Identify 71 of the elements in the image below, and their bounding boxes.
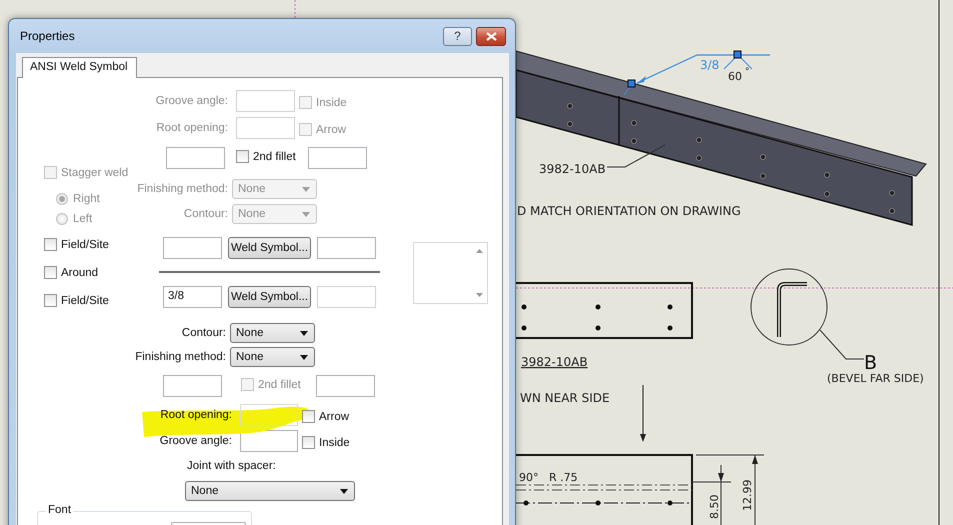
dimension-text: 12.99: [741, 480, 754, 511]
bend-angle-text: 90°: [519, 471, 538, 484]
close-icon: [486, 32, 496, 40]
checkbox-label: Around: [61, 266, 98, 278]
degree-text: °: [745, 67, 750, 77]
checkbox-label: Inside: [316, 96, 347, 108]
checkbox[interactable]: [44, 266, 57, 279]
help-button[interactable]: ?: [443, 26, 472, 46]
caret-icon: [340, 488, 348, 494]
checkbox-label: Inside: [319, 436, 350, 448]
field-label: Finishing method:: [134, 351, 226, 363]
weld-size-text: 3/8: [700, 58, 720, 72]
checkbox-label: 2nd fillet: [258, 378, 301, 390]
bend-radius-text: R .75: [549, 471, 578, 484]
caret-icon: [300, 330, 308, 336]
text-field[interactable]: [166, 147, 225, 169]
view-label: 3982-10AB: [521, 355, 588, 369]
text-field[interactable]: [317, 237, 376, 259]
weld-symbol-button[interactable]: Weld Symbol...: [228, 286, 311, 308]
text-field[interactable]: [163, 375, 222, 397]
text-field[interactable]: [308, 147, 367, 169]
detail-note: (BEVEL FAR SIDE): [827, 372, 924, 385]
checkbox[interactable]: [302, 410, 315, 423]
checkbox-label: 2nd fillet: [253, 150, 296, 162]
group-label: Font: [46, 504, 74, 516]
text-field[interactable]: [236, 117, 295, 139]
field-label: Groove angle:: [158, 435, 232, 447]
detail-letter: B: [864, 352, 878, 374]
checkbox[interactable]: [236, 150, 249, 163]
leader-line: [606, 144, 666, 168]
field-label: Groove angle:: [154, 95, 228, 107]
field-label: Contour:: [182, 208, 228, 220]
text-field[interactable]: [163, 237, 222, 259]
weld-symbol-button[interactable]: Weld Symbol...: [228, 237, 311, 259]
drawing-note: WN NEAR SIDE: [520, 391, 610, 405]
checkbox-label: Field/Site: [61, 294, 109, 306]
checkbox-label: Arrow: [319, 410, 350, 422]
dropdown[interactable]: None: [230, 347, 315, 367]
tab[interactable]: ANSI Weld Symbol: [22, 57, 137, 78]
field-label: Root opening:: [159, 409, 232, 421]
checkbox[interactable]: [44, 294, 57, 307]
close-button[interactable]: [476, 26, 506, 46]
checkbox-label: Stagger weld: [61, 166, 128, 178]
radio-label: Right: [73, 192, 100, 204]
checkbox-label: Field/Site: [61, 238, 109, 250]
drawing-note: D MATCH ORIENTATION ON DRAWING: [517, 204, 741, 218]
text-field[interactable]: [316, 375, 375, 397]
text-field[interactable]: [240, 430, 298, 452]
checkbox[interactable]: [302, 436, 315, 449]
field-label: Contour:: [180, 327, 226, 339]
size-field[interactable]: 3/8: [163, 286, 222, 308]
field-label: Joint with spacer:: [187, 460, 276, 474]
list-box[interactable]: [413, 242, 488, 304]
text-field[interactable]: [236, 90, 295, 112]
window-title: Properties: [20, 29, 76, 43]
checkbox[interactable]: [44, 238, 57, 251]
field-label: Finishing method:: [136, 183, 228, 195]
guide-line: [294, 0, 296, 18]
caret-icon: [300, 354, 308, 360]
dimension-text: 8.50: [708, 494, 721, 519]
angle-text: 60: [728, 70, 742, 83]
text-field[interactable]: [240, 404, 298, 426]
dropdown[interactable]: None: [185, 481, 355, 501]
caret-icon: [302, 212, 310, 216]
caret-icon: [302, 186, 310, 192]
part-label: 3982-10AB: [539, 162, 606, 176]
view-arrow: [640, 384, 646, 442]
field-label: Root opening:: [155, 122, 228, 134]
radio-label: Left: [73, 212, 92, 224]
dropdown[interactable]: None: [230, 323, 315, 343]
checkbox-label: Arrow: [316, 124, 346, 136]
